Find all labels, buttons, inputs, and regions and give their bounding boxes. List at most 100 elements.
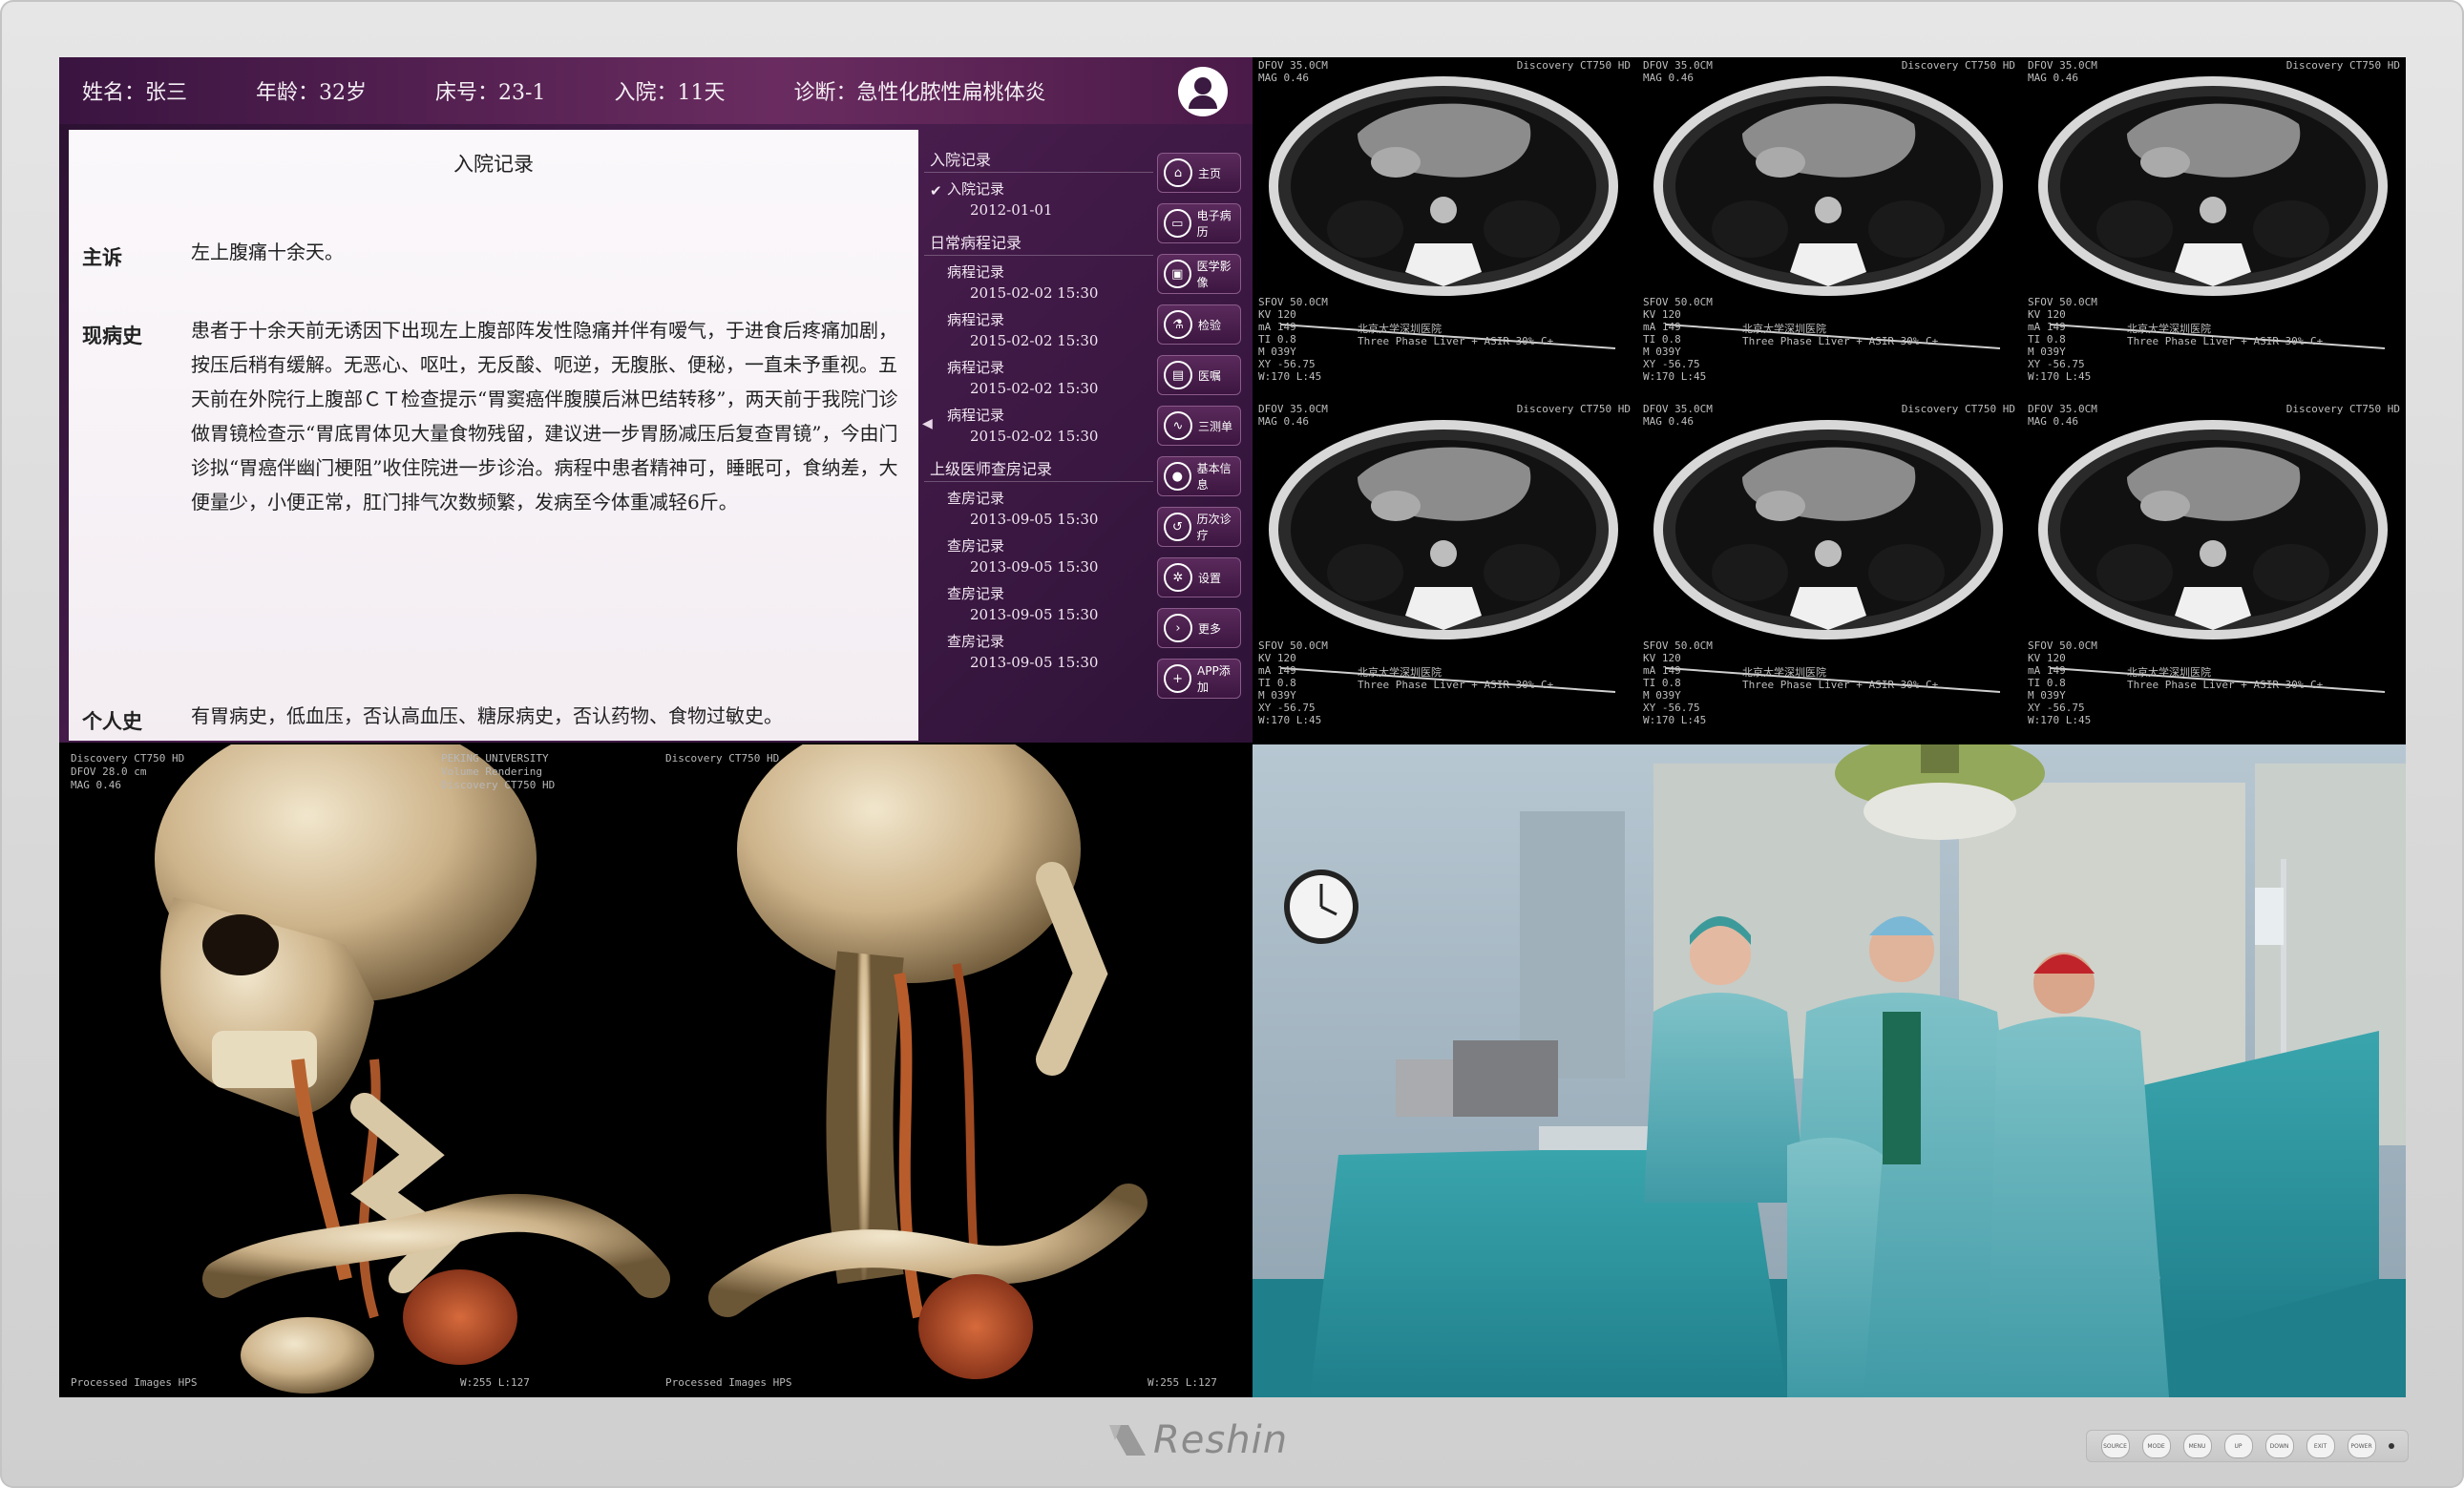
volume-rendering-panel[interactable]: Discovery CT750 HD DFOV 28.0 cm MAG 0.46… (59, 744, 1253, 1397)
ct-scanner-name: Discovery CT750 HD (1516, 59, 1631, 72)
personal-history-label: 个人史 (82, 709, 142, 733)
nav-button-label: APP添加 (1197, 664, 1231, 694)
ct-slice[interactable]: DFOV 35.0CM MAG 0.46 Discovery CT750 HD SF… (1637, 401, 2021, 744)
record-title: 入院记录 (453, 153, 534, 176)
reshin-logo-icon (1109, 1425, 1146, 1456)
power-led-icon (2388, 1443, 2394, 1449)
record-item[interactable]: ✔ 入院记录 2012-01-01 (924, 178, 1153, 220)
record-item-date: 2015-02-02 15:30 (970, 380, 1099, 397)
nav-button-folder[interactable]: ▭ 电子病历 (1157, 203, 1241, 243)
patient-age: 年龄：32岁 (256, 81, 368, 105)
ct-slice[interactable]: DFOV 35.0CM MAG 0.46 Discovery CT750 HD SF… (1253, 401, 1636, 744)
ct-protocol: 北京大学深圳医院 Three Phase Liver + ASIR 30% C+ (2127, 323, 2324, 347)
svg-text:Discovery CT750 HD: Discovery CT750 HD (71, 752, 184, 765)
patient-header: 姓名：张三 年龄：32岁 床号：23-1 入院：11天 诊断：急性化脓性扁桃体炎 (59, 57, 1253, 124)
ct-overlay-top: DFOV 35.0CM MAG 0.46 (2028, 59, 2097, 84)
monitor-button-exit[interactable]: EXIT (2306, 1434, 2335, 1458)
ct-slice[interactable]: DFOV 35.0CM MAG 0.46 Discovery CT750 HD SF… (2022, 401, 2406, 744)
nav-button-flask[interactable]: ⚗ 检验 (1157, 304, 1241, 345)
monitor-button-menu[interactable]: MENU (2182, 1434, 2212, 1458)
record-item-date: 2013-09-05 15:30 (970, 511, 1099, 528)
record-item[interactable]: 病程记录 2015-02-02 15:30 (924, 262, 1153, 304)
nav-button-home[interactable]: ⌂ 主页 (1157, 153, 1241, 193)
svg-text:Discovery CT750 HD: Discovery CT750 HD (665, 752, 779, 765)
nav-buttons: ⌂ 主页 ▭ 电子病历 ▣ 医学影像 ⚗ 检验 ▤ 医嘱 ∿ 三测单 ● 基本信息 ↺ 历次诊疗 ✲ 设置 › 更多 +… (1157, 153, 1249, 709)
chevron-right-icon: › (1164, 614, 1192, 642)
home-icon: ⌂ (1164, 158, 1192, 187)
record-item[interactable]: 查房记录 2013-09-05 15:30 (924, 631, 1153, 673)
ct-scanner-name: Discovery CT750 HD (2285, 59, 2400, 72)
personal-history-text: 有胃病史，低血压，否认高血压、糖尿病史，否认药物、食物过敏史。 (191, 704, 783, 727)
ct-slice[interactable]: DFOV 35.0CM MAG 0.46 Discovery CT750 HD SF… (2022, 57, 2406, 401)
monitor-button-down[interactable]: DOWN (2264, 1434, 2294, 1458)
record-item[interactable]: 查房记录 2013-09-05 15:30 (924, 583, 1153, 625)
nav-button-image[interactable]: ▣ 医学影像 (1157, 254, 1241, 294)
nav-button-history[interactable]: ↺ 历次诊疗 (1157, 507, 1241, 547)
svg-text:DFOV 28.0 cm: DFOV 28.0 cm (71, 765, 147, 778)
monitor-button-power[interactable]: POWER (2347, 1434, 2376, 1458)
avatar-head-icon (1194, 77, 1211, 94)
recon-institution: PEKING UNIVERSITY (441, 752, 549, 765)
record-list: 入院记录 ✔ 入院记录 2012-01-01 日常病程记录病程记录 2015-02-02 … (924, 137, 1153, 739)
monitor-button-up[interactable]: UP (2223, 1434, 2253, 1458)
ct-slice[interactable]: DFOV 35.0CM MAG 0.46 Discovery CT750 HD SF… (1637, 57, 2021, 401)
monitor-button-mode[interactable]: MODE (2141, 1434, 2171, 1458)
ct-overlay-top: DFOV 35.0CM MAG 0.46 (2028, 403, 2097, 428)
nav-button-user[interactable]: ● 基本信息 (1157, 456, 1241, 496)
avatar[interactable] (1178, 67, 1228, 116)
user-icon: ● (1164, 462, 1191, 491)
nav-button-plus[interactable]: + APP添加 (1157, 659, 1241, 699)
ct-protocol: 北京大学深圳医院 Three Phase Liver + ASIR 30% C+ (1742, 323, 1939, 347)
nav-button-chart[interactable]: ∿ 三测单 (1157, 406, 1241, 446)
record-item-label: 病程记录 (947, 311, 1005, 328)
nav-button-label: 更多 (1198, 621, 1222, 636)
operating-room-video[interactable] (1253, 744, 2406, 1397)
ct-overlay-top: DFOV 35.0CM MAG 0.46 (1643, 403, 1713, 428)
record-item-date: 2015-02-02 15:30 (970, 284, 1099, 302)
record-section-title[interactable]: 上级医师查房记录 (924, 454, 1153, 482)
record-item[interactable]: 查房记录 2013-09-05 15:30 (924, 488, 1153, 530)
record-item[interactable]: 病程记录 2015-02-02 15:30 (924, 309, 1153, 351)
nav-button-gear[interactable]: ✲ 设置 (1157, 557, 1241, 597)
nav-button-label: 医学影像 (1196, 260, 1232, 289)
nav-button-label: 三测单 (1198, 419, 1233, 433)
ct-overlay-params: SFOV 50.0CM KV 120 mA 149 TI 0.8 M 039Y … (1643, 639, 1713, 726)
monitor-control-panel: SOURCE MODE MENU UP DOWN EXIT POWER (2086, 1430, 2409, 1462)
nav-button-chevron-right[interactable]: › 更多 (1157, 608, 1241, 648)
volume-rendering-image: Discovery CT750 HD DFOV 28.0 cm MAG 0.46… (71, 744, 1217, 1394)
record-document: 入院记录 主诉 左上腹痛十余天。 现病史 患者于十余天前无诱因下出现左上腹部阵发… (69, 130, 918, 741)
ct-image-grid[interactable]: DFOV 35.0CM MAG 0.46 Discovery CT750 HD SF… (1253, 57, 2406, 744)
ct-scanner-name: Discovery CT750 HD (1901, 59, 2015, 72)
ct-overlay-top: DFOV 35.0CM MAG 0.46 (1643, 59, 1713, 84)
chief-complaint-label: 主诉 (82, 245, 122, 269)
record-item-label: 病程记录 (947, 263, 1005, 281)
ct-overlay-params: SFOV 50.0CM KV 120 mA 149 TI 0.8 M 039Y … (1643, 296, 1713, 383)
ct-scanner-name: Discovery CT750 HD (2285, 403, 2400, 415)
record-item-date: 2015-02-02 15:30 (970, 428, 1099, 445)
present-illness-text: 患者于十余天前无诱因下出现左上腹部阵发性隐痛并伴有嗳气，于进食后疼痛加剧，按压后… (191, 319, 898, 513)
ct-slice[interactable]: DFOV 35.0CM MAG 0.46 Discovery CT750 HD SF… (1253, 57, 1636, 401)
svg-text:Processed Images HPS: Processed Images HPS (665, 1376, 791, 1389)
monitor-button-source[interactable]: SOURCE (2100, 1434, 2130, 1458)
record-item-label: 查房记录 (947, 633, 1005, 650)
record-item[interactable]: 病程记录 2015-02-02 15:30 (924, 405, 1153, 447)
record-item-date: 2013-09-05 15:30 (970, 558, 1099, 576)
gear-icon: ✲ (1164, 563, 1192, 592)
folder-icon: ▭ (1164, 209, 1191, 238)
record-item[interactable]: 查房记录 2013-09-05 15:30 (924, 535, 1153, 577)
flask-icon: ⚗ (1164, 310, 1192, 339)
record-item-date: 2015-02-02 15:30 (970, 332, 1099, 349)
ct-protocol: 北京大学深圳医院 Three Phase Liver + ASIR 30% C+ (1358, 323, 1554, 347)
nav-button-label: 医嘱 (1198, 368, 1222, 383)
record-section-title[interactable]: 入院记录 (924, 145, 1153, 173)
record-item[interactable]: 病程记录 2015-02-02 15:30 (924, 357, 1153, 399)
svg-text:W:255 L:127: W:255 L:127 (1148, 1376, 1217, 1389)
avatar-body-icon (1189, 95, 1217, 109)
record-section-title[interactable]: 日常病程记录 (924, 228, 1153, 256)
record-item-label: 查房记录 (947, 537, 1005, 555)
patient-bed: 床号：23-1 (435, 81, 546, 105)
history-icon: ↺ (1164, 513, 1191, 541)
nav-button-clipboard[interactable]: ▤ 医嘱 (1157, 355, 1241, 395)
emr-panel: 姓名：张三 年龄：32岁 床号：23-1 入院：11天 诊断：急性化脓性扁桃体炎… (59, 57, 1253, 743)
ct-scanner-name: Discovery CT750 HD (1901, 403, 2015, 415)
